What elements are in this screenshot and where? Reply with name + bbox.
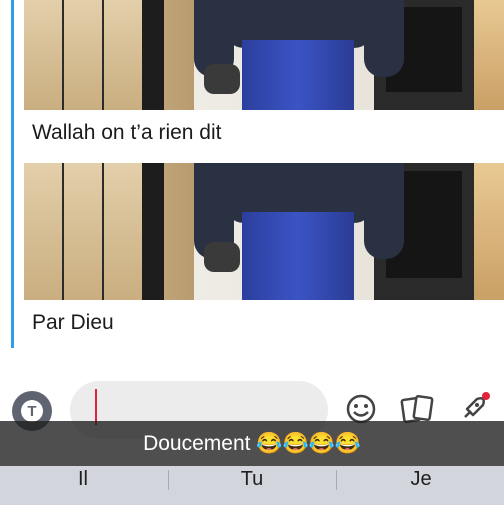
suggestion-divider bbox=[336, 470, 337, 490]
person-figure bbox=[194, 0, 404, 110]
lockers-left bbox=[24, 0, 194, 110]
keyboard-suggestion[interactable]: Tu bbox=[169, 466, 335, 492]
t-icon: T bbox=[21, 400, 43, 422]
message-caption: Wallah on t’a rien dit bbox=[24, 110, 504, 156]
notification-dot bbox=[482, 392, 490, 400]
chat-area: Wallah on t’a rien dit Par Dieu bbox=[0, 0, 504, 365]
text-cursor bbox=[95, 389, 97, 425]
snap-photo-1[interactable] bbox=[24, 0, 504, 110]
keyboard-suggestion[interactable]: Je bbox=[338, 466, 504, 492]
message-caption: Par Dieu bbox=[24, 300, 504, 345]
keyboard-suggestion[interactable]: Il bbox=[0, 466, 166, 492]
sender-accent-bar bbox=[11, 0, 14, 348]
snap-caption-overlay: Doucement 😂😂😂😂 bbox=[0, 421, 504, 466]
snap-photo-2[interactable] bbox=[24, 163, 504, 300]
